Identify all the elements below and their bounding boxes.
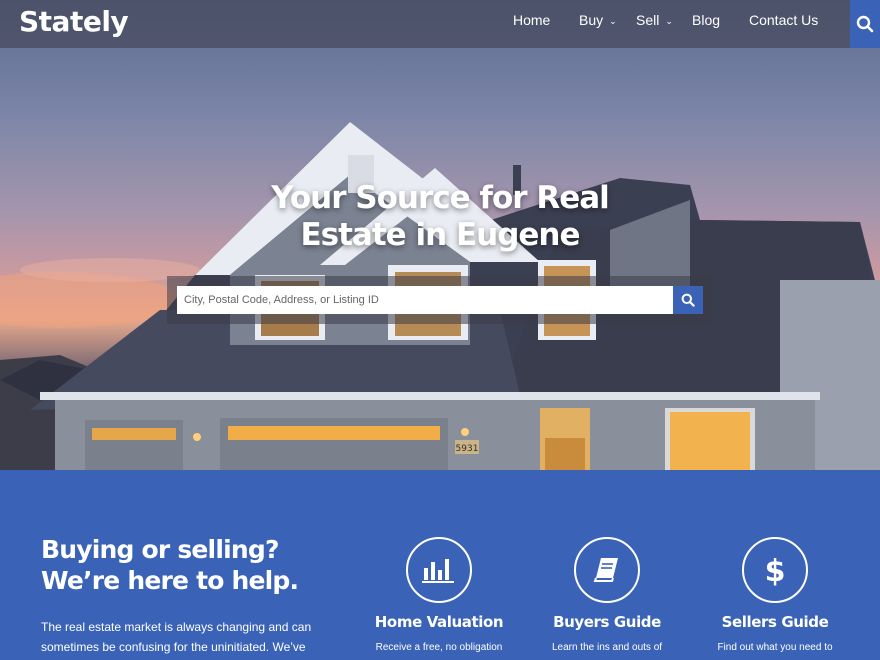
help-description: The real estate market is always changin… <box>41 620 312 654</box>
hero-title-line: Your Source for Real <box>271 180 610 216</box>
listing-search-input[interactable] <box>177 286 673 314</box>
hero-title-line: Estate in Eugene <box>300 217 580 253</box>
feature-title: Buyers Guide <box>553 613 661 631</box>
feature-icon-circle <box>574 537 640 603</box>
chevron-down-icon: ⌄ <box>609 16 617 26</box>
feature-description: Receive a free, no obligation <box>375 642 503 653</box>
nav-item-label: Sell <box>636 12 660 28</box>
feature-buyers-guide[interactable]: Buyers Guide Learn the ins and outs of <box>522 537 692 653</box>
search-icon <box>681 293 695 307</box>
dollar-icon: $ <box>765 554 786 587</box>
top-navigation: Stately Home Buy ⌄ Sell ⌄ Blog Contact Us <box>0 0 880 48</box>
help-heading-line: We’re here to help. <box>41 566 299 595</box>
search-icon <box>856 15 874 33</box>
nav-item-blog[interactable]: Blog <box>692 12 720 28</box>
nav-item-sell[interactable]: Sell ⌄ <box>636 12 673 28</box>
svg-text:$: $ <box>765 554 786 587</box>
nav-item-label: Buy <box>579 12 604 28</box>
nav-item-contact-us[interactable]: Contact Us <box>749 12 818 28</box>
feature-home-valuation[interactable]: Home Valuation Receive a free, no obliga… <box>354 537 524 653</box>
feature-icon-circle <box>406 537 472 603</box>
feature-description: Find out what you need to <box>717 642 833 653</box>
nav-item-label: Contact Us <box>749 12 819 28</box>
feature-icon-circle: $ <box>742 537 808 603</box>
nav-search-button[interactable] <box>850 0 880 48</box>
nav-item-home[interactable]: Home <box>513 12 550 28</box>
nav-item-buy[interactable]: Buy ⌄ <box>579 12 617 28</box>
nav-item-label: Blog <box>692 12 721 28</box>
site-logo[interactable]: Stately <box>19 5 129 38</box>
help-heading-line: Buying or selling? <box>41 535 279 564</box>
bar-chart-icon <box>422 559 454 583</box>
help-heading: Buying or selling? We’re here to help. <box>41 534 341 596</box>
nav-item-label: Home <box>513 12 551 28</box>
feature-sellers-guide[interactable]: $ Sellers Guide Find out what you need t… <box>690 537 860 653</box>
book-icon <box>593 558 618 582</box>
house-number: 5931 <box>456 444 479 454</box>
hero-banner: 5931 Stately Home Buy ⌄ Sell ⌄ Blog Contac… <box>0 0 880 470</box>
listing-search-button[interactable] <box>673 286 703 314</box>
chevron-down-icon: ⌄ <box>665 16 673 26</box>
feature-description: Learn the ins and outs of <box>551 642 663 653</box>
feature-title: Home Valuation <box>374 613 504 631</box>
hero-title: Your Source for Real Estate in Eugene <box>240 180 640 254</box>
feature-title: Sellers Guide <box>721 613 829 631</box>
